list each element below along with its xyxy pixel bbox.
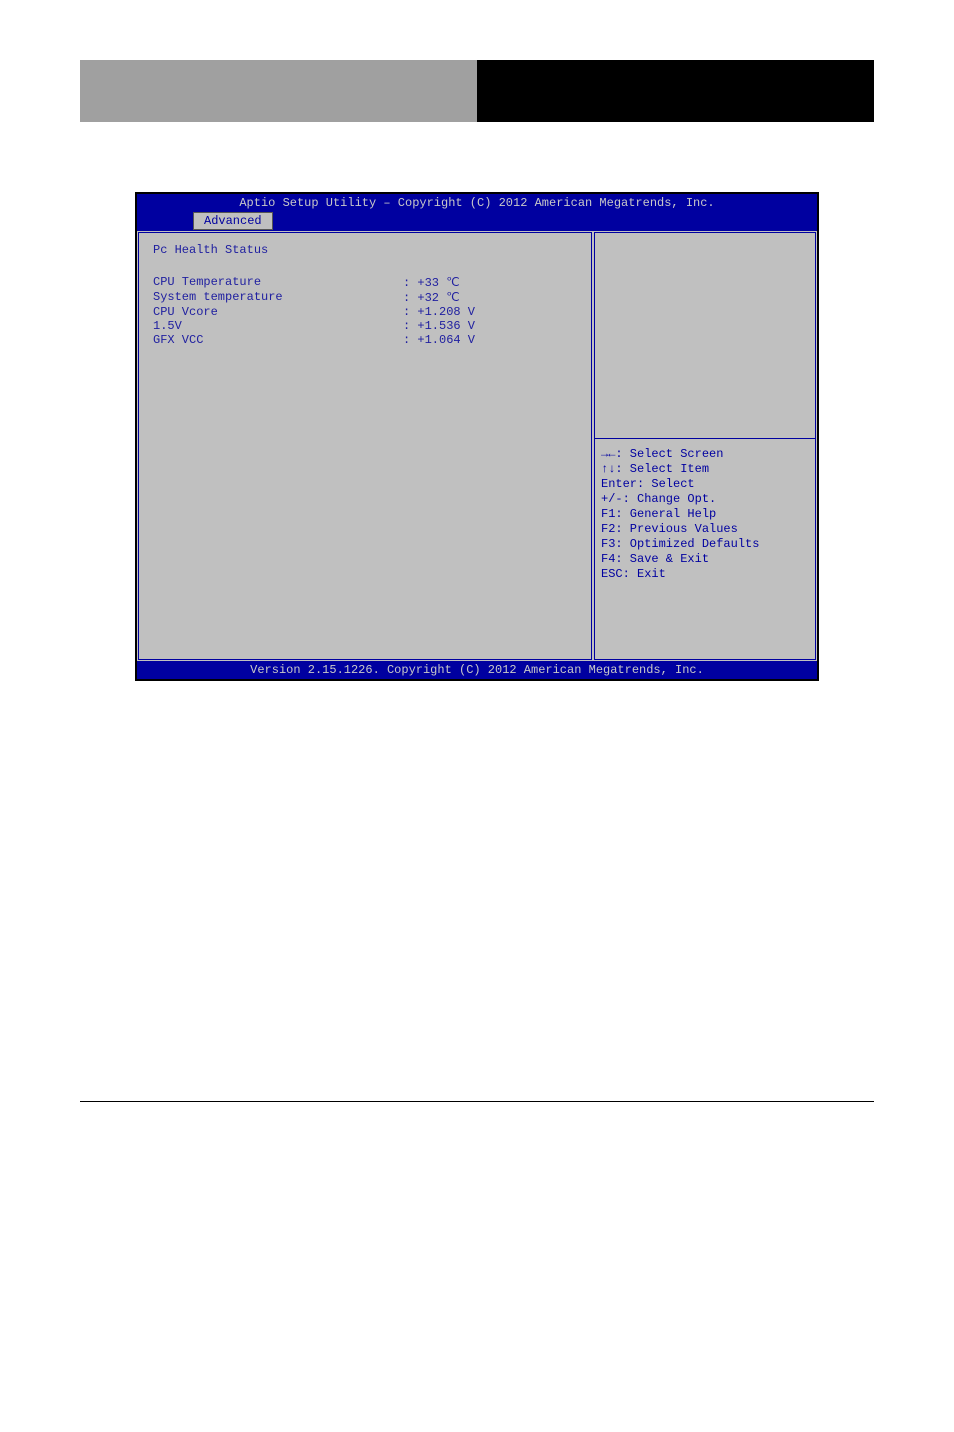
tab-advanced[interactable]: Advanced [193,212,273,230]
health-row: GFX VCC : +1.064 V [153,333,577,347]
health-row: CPU Vcore : +1.208 V [153,305,577,319]
health-value: : +1.208 V [403,305,475,319]
bios-right-panel: →←: Select Screen ↑↓: Select Item Enter:… [594,232,816,660]
page-footer-rule [80,1101,874,1102]
health-label: GFX VCC [153,333,403,347]
bios-footer-text: Version 2.15.1226. Copyright (C) 2012 Am… [250,663,704,677]
health-label: 1.5V [153,319,403,333]
health-row: CPU Temperature : +33 ℃ [153,275,577,290]
key-esc-exit: ESC: Exit [601,567,809,581]
key-select-item: ↑↓: Select Item [601,462,809,476]
bios-help-area [595,233,815,439]
key-change-opt: +/-: Change Opt. [601,492,809,506]
bios-left-panel: Pc Health Status CPU Temperature : +33 ℃… [138,232,592,660]
bios-key-legend: →←: Select Screen ↑↓: Select Item Enter:… [595,439,815,660]
health-label: System temperature [153,290,403,305]
bios-window: Aptio Setup Utility – Copyright (C) 2012… [135,192,819,681]
key-save-exit: F4: Save & Exit [601,552,809,566]
bios-footer-bar: Version 2.15.1226. Copyright (C) 2012 Am… [137,661,817,679]
key-previous-values: F2: Previous Values [601,522,809,536]
bios-tab-row: Advanced [137,212,817,230]
key-general-help: F1: General Help [601,507,809,521]
health-label: CPU Temperature [153,275,403,290]
health-value: : +1.064 V [403,333,475,347]
health-value: : +32 ℃ [403,290,460,305]
key-enter-select: Enter: Select [601,477,809,491]
section-title: Pc Health Status [153,243,577,257]
page-header-band [80,60,874,122]
bios-body: Pc Health Status CPU Temperature : +33 ℃… [137,230,817,661]
health-value: : +1.536 V [403,319,475,333]
health-row: System temperature : +32 ℃ [153,290,577,305]
key-optimized-defaults: F3: Optimized Defaults [601,537,809,551]
health-row: 1.5V : +1.536 V [153,319,577,333]
header-right-band [477,60,874,122]
health-label: CPU Vcore [153,305,403,319]
tab-advanced-label: Advanced [204,214,262,228]
health-value: : +33 ℃ [403,275,460,290]
key-select-screen: →←: Select Screen [601,447,809,461]
header-left-band [80,60,477,122]
bios-title-text: Aptio Setup Utility – Copyright (C) 2012… [239,196,714,210]
bios-title-bar: Aptio Setup Utility – Copyright (C) 2012… [137,194,817,212]
